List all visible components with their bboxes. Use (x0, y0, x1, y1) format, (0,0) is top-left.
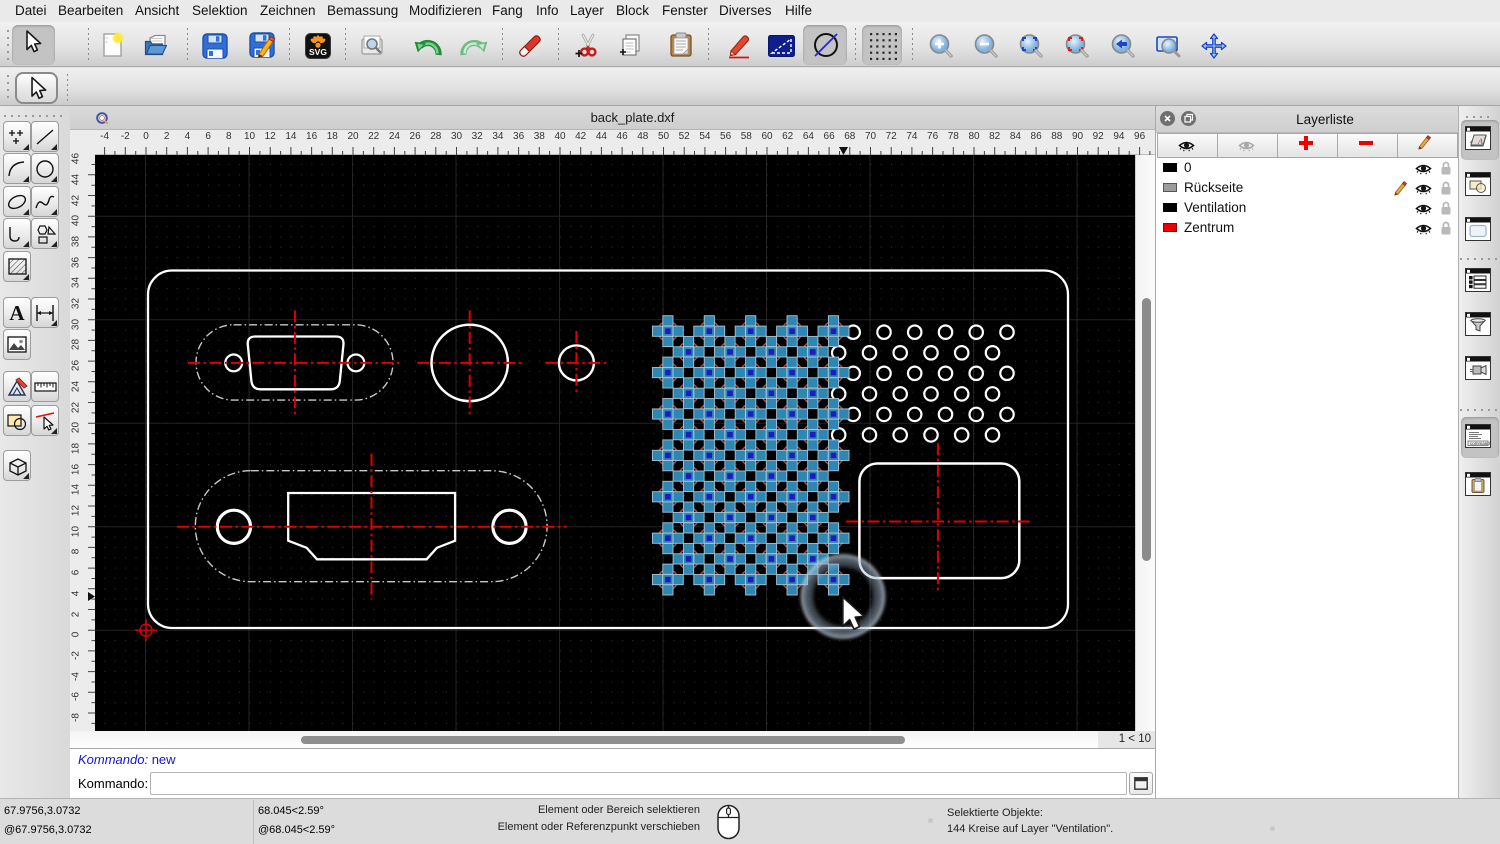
svg-text:A: A (1477, 137, 1483, 146)
svg-text:A: A (9, 301, 25, 325)
svg-text:SVG: SVG (309, 47, 327, 57)
svg-text:command: command (1470, 441, 1490, 446)
